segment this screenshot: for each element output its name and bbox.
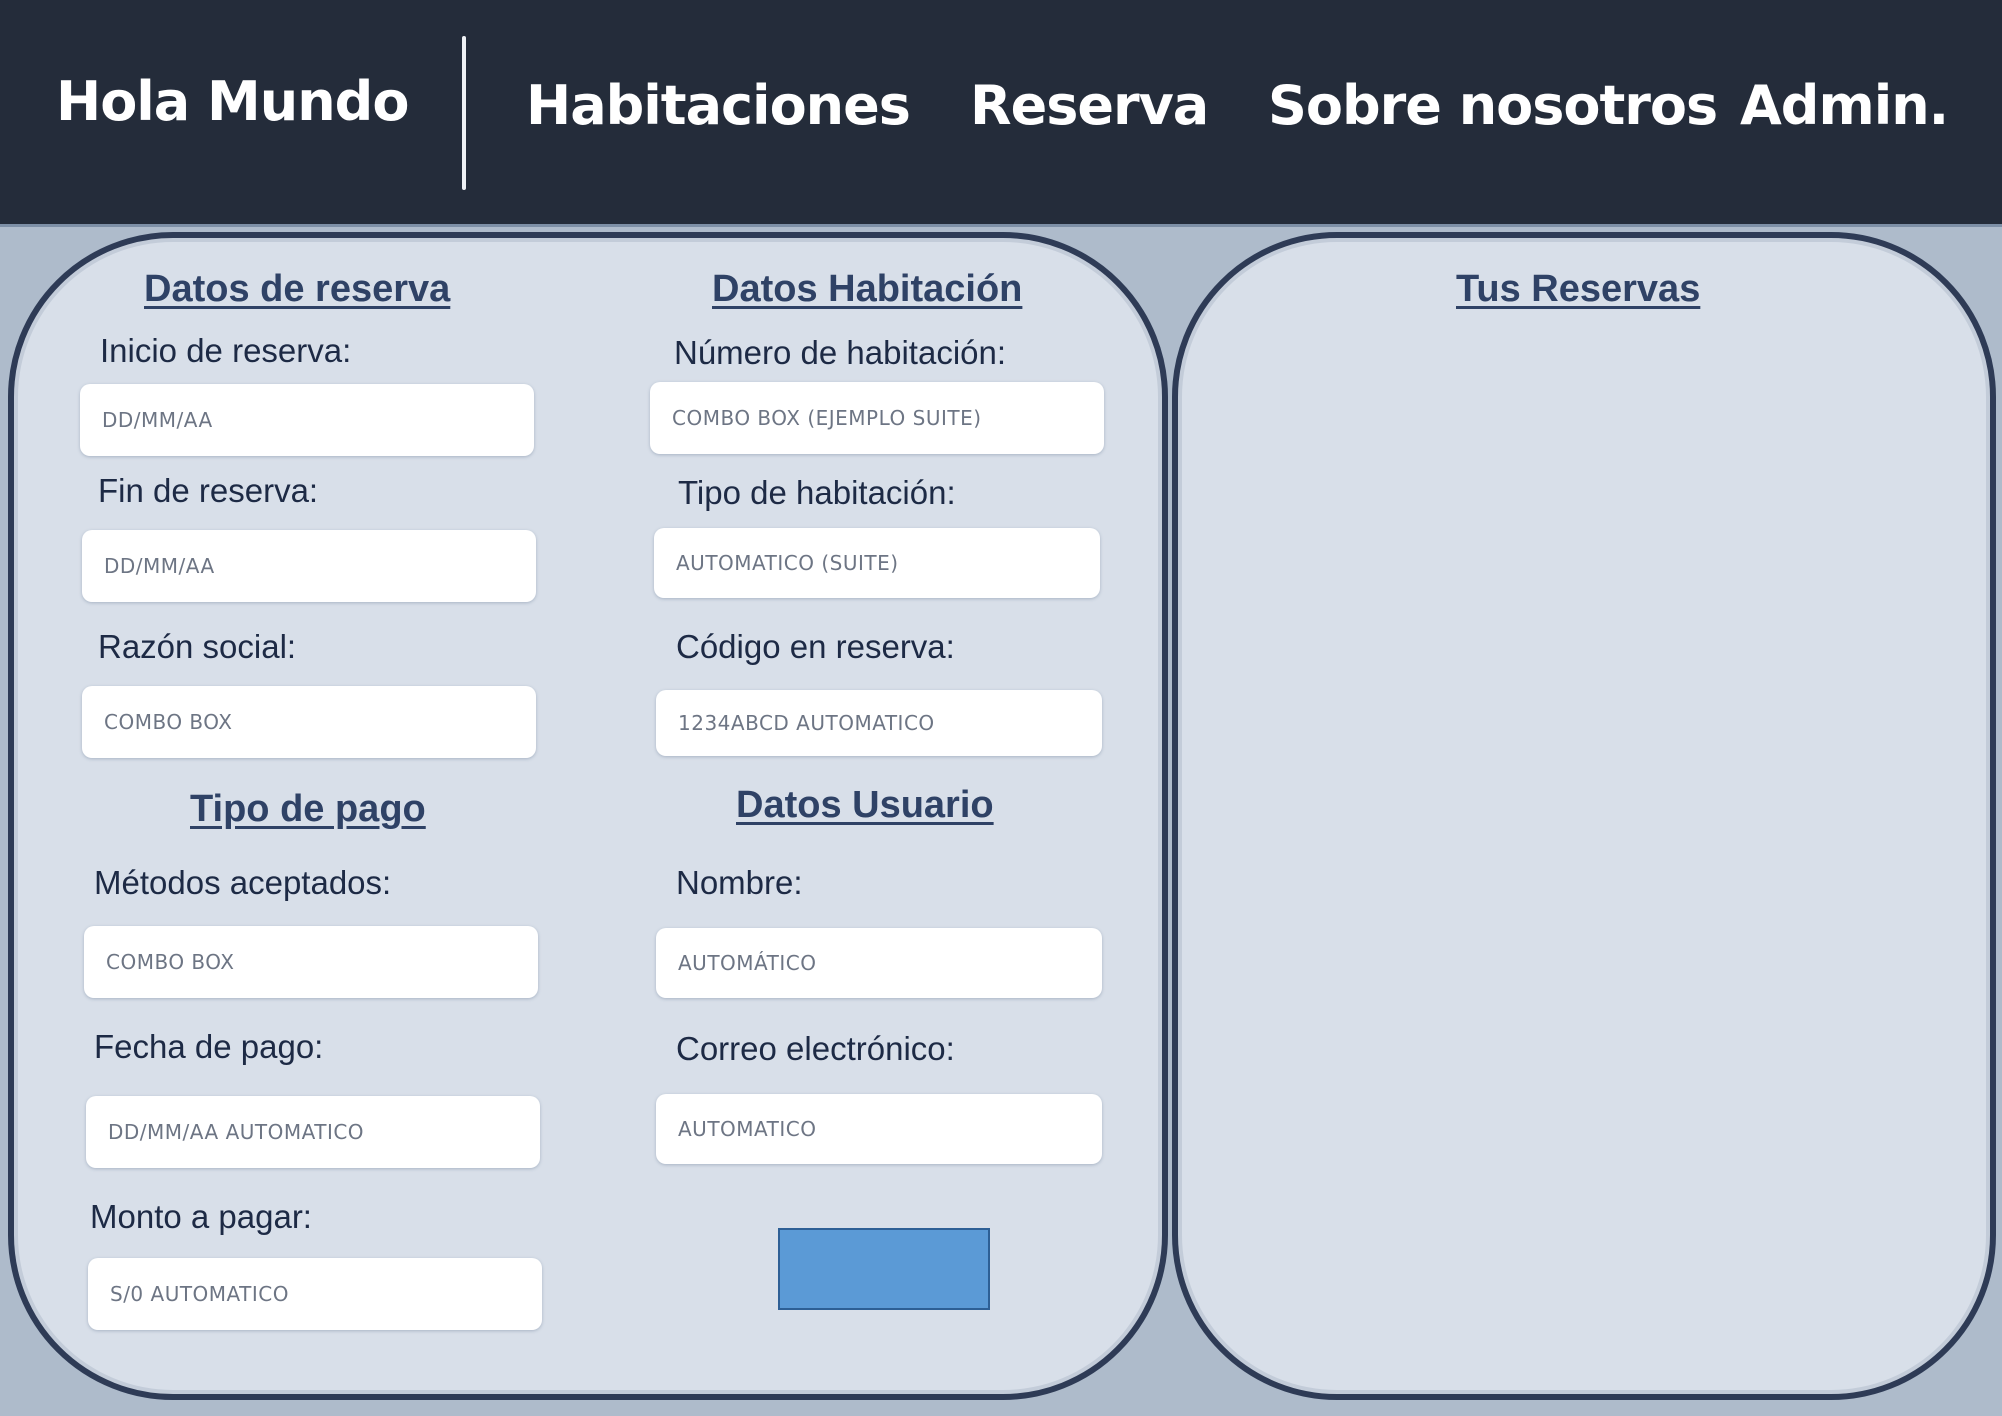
amount-label: Monto a pagar:: [90, 1198, 312, 1235]
room-type-label: Tipo de habitación:: [678, 474, 956, 511]
submit-reservation-button[interactable]: [778, 1228, 990, 1310]
nav-item-reserva[interactable]: Reserva: [970, 74, 1209, 137]
payment-date-label: Fecha de pago:: [94, 1028, 324, 1065]
payment-method-combobox[interactable]: [84, 926, 538, 998]
your-reservations-heading: Tus Reservas: [1456, 268, 1701, 310]
user-name-label: Nombre:: [676, 864, 803, 901]
nav-item-sobre-nosotros[interactable]: Sobre nosotros: [1268, 74, 1718, 137]
booking-code-input[interactable]: [656, 690, 1102, 756]
email-input[interactable]: [656, 1094, 1102, 1164]
start-date-input[interactable]: [80, 384, 534, 456]
email-label: Correo electrónico:: [676, 1030, 955, 1067]
end-date-input[interactable]: [82, 530, 536, 602]
room-type-input[interactable]: [654, 528, 1100, 598]
payment-type-heading: Tipo de pago: [190, 788, 426, 830]
start-date-label: Inicio de reserva:: [100, 332, 352, 369]
end-date-label: Fin de reserva:: [98, 472, 319, 509]
room-number-label: Número de habitación:: [674, 334, 1007, 371]
reservation-data-heading: Datos de reserva: [144, 268, 451, 310]
booking-code-label: Código en reserva:: [676, 628, 955, 665]
nav-item-admin[interactable]: Admin.: [1740, 74, 1949, 137]
company-name-label: Razón social:: [98, 628, 297, 665]
room-number-combobox[interactable]: [650, 382, 1104, 454]
user-data-heading: Datos Usuario: [736, 784, 994, 826]
payment-date-input[interactable]: [86, 1096, 540, 1168]
top-navigation-bar: Hola Mundo Habitaciones Reserva Sobre no…: [0, 0, 2002, 227]
nav-item-habitaciones[interactable]: Habitaciones: [526, 74, 911, 137]
company-name-combobox[interactable]: [82, 686, 536, 758]
brand-logo[interactable]: Hola Mundo: [56, 70, 409, 133]
accepted-methods-label: Métodos aceptados:: [94, 864, 392, 901]
amount-input[interactable]: [88, 1258, 542, 1330]
room-data-heading: Datos Habitación: [712, 268, 1023, 310]
your-reservations-panel: [1172, 232, 1996, 1400]
nav-divider: [462, 36, 466, 190]
user-name-input[interactable]: [656, 928, 1102, 998]
